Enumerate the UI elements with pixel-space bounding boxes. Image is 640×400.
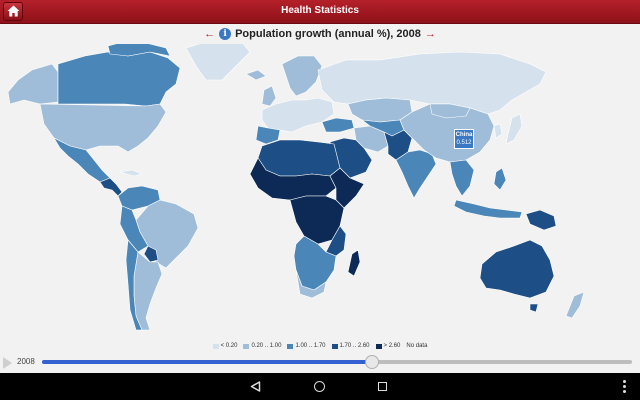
timeline: 2008 [0,354,640,370]
indicator-header: ← i Population growth (annual %), 2008 → [0,26,640,42]
map-country-tasmania[interactable] [529,303,539,313]
map-country-argentina[interactable] [133,251,163,331]
map-country-indonesia[interactable] [453,199,523,219]
previous-indicator-arrow-icon[interactable]: ← [204,28,215,40]
map-country-new-guinea[interactable] [525,209,557,231]
legend-item: 1.70 .. 2.60 [331,343,370,349]
overflow-menu-icon[interactable] [623,380,626,395]
play-icon[interactable] [3,357,12,369]
recent-apps-icon[interactable] [378,382,387,391]
legend-label: 1.00 .. 1.70 [295,343,326,349]
map-country-japan[interactable] [505,113,523,145]
legend-item: < 0.20 [212,343,238,349]
next-indicator-arrow-icon[interactable]: → [425,28,436,40]
legend-item: No data [406,343,427,349]
legend-swatch [212,343,219,349]
legend: < 0.20 0.20 .. 1.00 1.00 .. 1.70 1.70 ..… [0,341,640,351]
tooltip-country: China [455,132,473,138]
map-country-central-america[interactable] [99,177,123,197]
map-country-scandinavia[interactable] [281,55,323,97]
map-country-iceland[interactable] [245,69,267,81]
map-country-alaska[interactable] [7,63,59,105]
timeline-year: 2008 [17,357,35,366]
map-country-canada[interactable] [57,51,181,107]
map-country-new-zealand[interactable] [565,291,585,319]
map-country-southeast-asia[interactable] [449,159,475,197]
tooltip-value: 0.512 [456,140,472,146]
timeline-slider-thumb[interactable] [365,355,380,369]
map-country-uk[interactable] [261,85,277,107]
legend-label: > 2.60 [383,343,401,349]
map-country-australia[interactable] [479,239,555,299]
legend-label: No data [406,343,428,349]
info-icon[interactable]: i [219,28,232,40]
title-bar: Health Statistics [0,0,640,24]
map-country-cuba[interactable] [119,169,143,177]
legend-swatch [375,343,382,349]
legend-label: 1.70 .. 2.60 [339,343,370,349]
map-country-korea[interactable] [493,123,503,139]
world-map[interactable] [0,44,640,336]
map-country-western-europe[interactable] [261,97,335,133]
timeline-track-fill [42,360,373,364]
indicator-title: Population growth (annual %), 2008 [235,28,421,40]
map-country-turkey[interactable] [321,117,355,133]
android-nav-bar [0,373,640,400]
back-icon[interactable] [250,381,261,392]
map-country-philippines[interactable] [493,167,507,191]
legend-swatch [243,343,250,349]
map-country-greenland[interactable] [185,44,251,81]
map-country-madagascar[interactable] [347,249,361,277]
legend-item: 0.20 .. 1.00 [243,343,281,349]
legend-label: 0.20 .. 1.00 [251,343,282,349]
map-country-north-africa[interactable] [257,139,341,177]
legend-swatch [331,343,338,349]
country-tooltip: China 0.512 [454,129,474,149]
map-country-india[interactable] [395,149,437,199]
home-nav-icon[interactable] [314,381,325,392]
map-country-canada-islands[interactable] [107,44,171,57]
legend-label: < 0.20 [220,343,238,349]
legend-item: 1.00 .. 1.70 [287,343,326,349]
legend-item: > 2.60 [375,343,401,349]
app-title: Health Statistics [281,5,359,16]
legend-swatch [287,343,294,349]
